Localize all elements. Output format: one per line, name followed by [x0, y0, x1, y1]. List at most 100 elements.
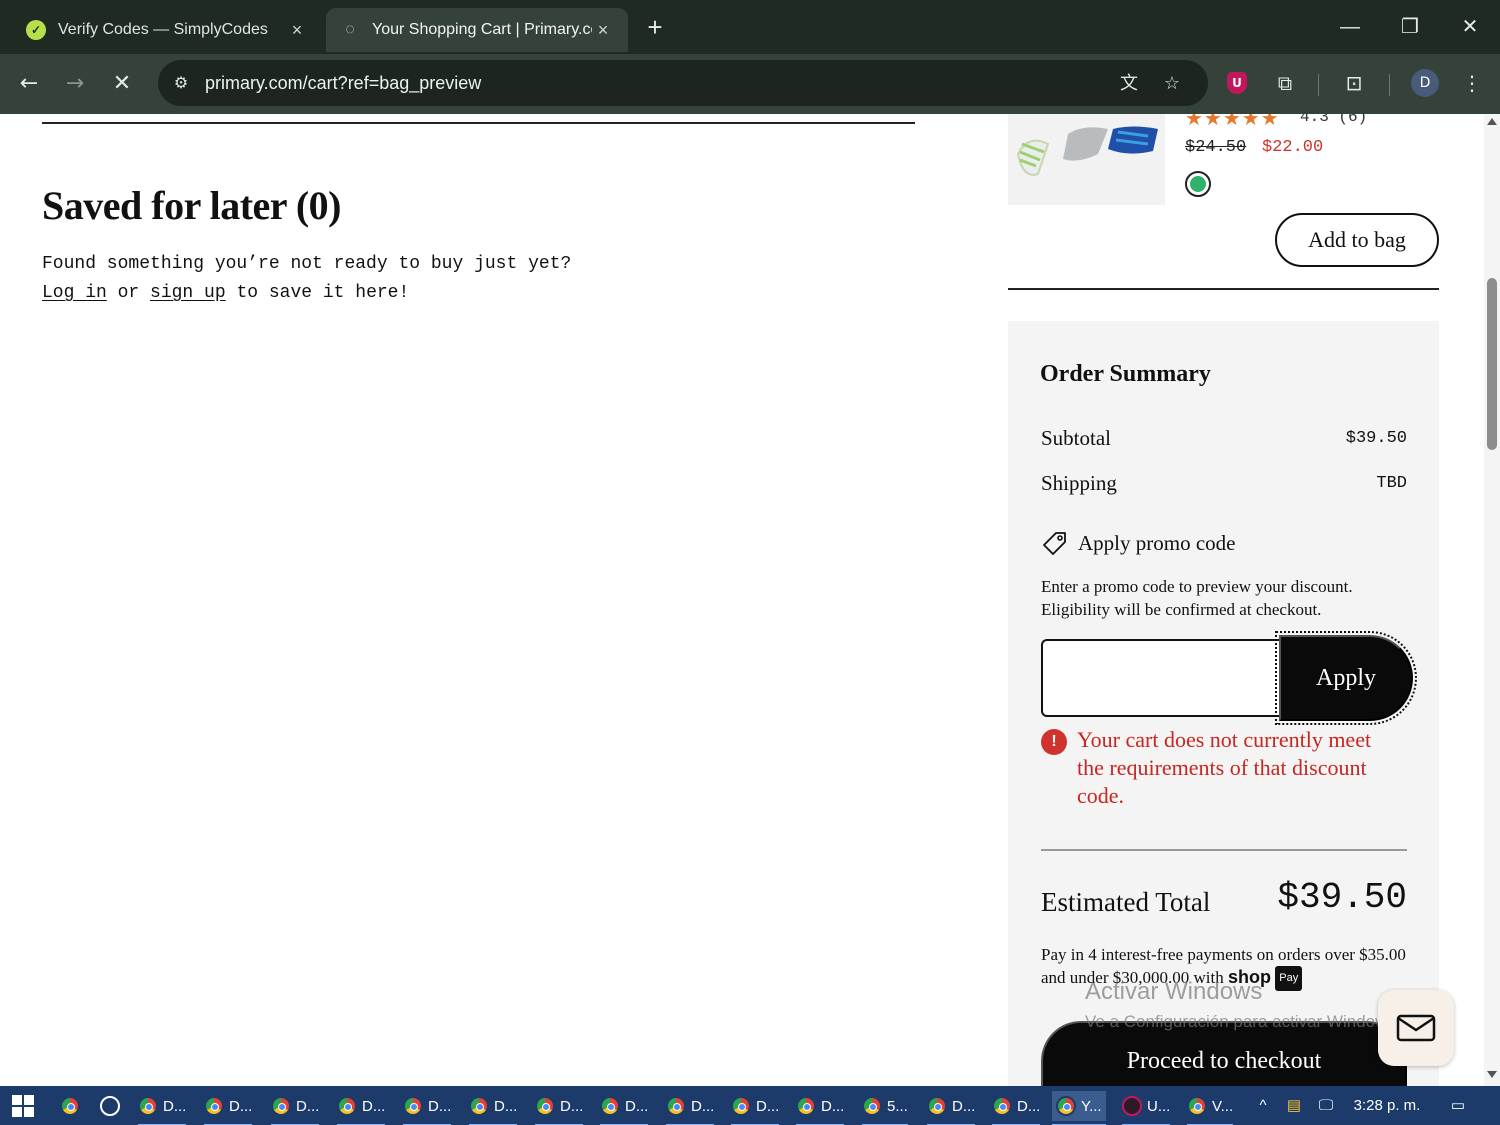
network-icon[interactable]: 🖵 — [1314, 1092, 1338, 1120]
chrome-icon — [862, 1096, 882, 1116]
promo-error-message: Your cart does not currently meet the re… — [1077, 727, 1372, 808]
product-thumbnail[interactable] — [1008, 114, 1165, 205]
chrome-icon — [535, 1096, 555, 1116]
url-text[interactable]: primary.com/cart?ref=bag_preview — [205, 73, 481, 94]
taskbar-app[interactable]: D... — [731, 1091, 780, 1125]
bookmark-star-icon[interactable]: ☆ — [1159, 71, 1185, 97]
saved-line-1: Found something you’re not ready to buy … — [42, 254, 572, 274]
apply-promo-toggle[interactable]: Apply promo code — [1040, 529, 1235, 557]
taskbar-whatsapp[interactable] — [100, 1091, 125, 1121]
apply-promo-button[interactable]: Apply — [1275, 631, 1417, 725]
loading-favicon-icon: ◌ — [345, 21, 355, 38]
taskbar-app-label: D... — [296, 1097, 320, 1115]
login-link[interactable]: Log in — [42, 283, 107, 303]
whatsapp-icon — [100, 1096, 120, 1116]
promo-code-input[interactable] — [1041, 639, 1281, 717]
windows-taskbar: D... D... D... D... D... D... D... D... … — [0, 1086, 1500, 1125]
page-scrollbar[interactable] — [1484, 114, 1500, 1086]
windows-start-icon[interactable] — [12, 1095, 34, 1117]
chrome-icon — [927, 1096, 947, 1116]
taskbar-app[interactable]: D... — [138, 1091, 187, 1125]
menu-kebab-icon[interactable]: ⋮ — [1456, 67, 1488, 99]
sale-price: $22.00 — [1262, 138, 1324, 157]
system-clock[interactable]: 3:28 p. m. — [1348, 1092, 1426, 1120]
taskbar-app[interactable]: V... — [1187, 1091, 1234, 1125]
taskbar-app-active[interactable]: Y... — [1052, 1091, 1106, 1125]
scroll-down-arrow-icon[interactable] — [1487, 1071, 1497, 1078]
tab-shopping-cart[interactable]: ◌ Your Shopping Cart | Primary.co × — [326, 8, 628, 52]
taskbar-app-label: D... — [494, 1097, 518, 1115]
taskbar-app-label: V... — [1212, 1097, 1234, 1115]
minimize-button[interactable]: — — [1328, 10, 1372, 44]
shipping-label: Shipping — [1041, 471, 1117, 495]
activate-windows-watermark: Activar Windows — [1085, 978, 1263, 1005]
signup-link[interactable]: sign up — [150, 283, 226, 303]
summary-divider — [1041, 849, 1407, 851]
chrome-icon — [138, 1096, 158, 1116]
error-icon: ! — [1041, 729, 1067, 755]
chrome-icon — [1187, 1096, 1207, 1116]
notes-tray-icon[interactable]: ▤ — [1284, 1092, 1304, 1120]
shop-pay-badge: Pay — [1275, 966, 1303, 991]
tray-chevron-icon[interactable]: ^ — [1253, 1092, 1273, 1120]
taskbar-app-label: D... — [691, 1097, 715, 1115]
email-signup-button[interactable] — [1378, 990, 1454, 1066]
tab-title: Your Shopping Cart | Primary.co — [372, 21, 592, 38]
tab-simplycodes[interactable]: ✓ Verify Codes — SimplyCodes × — [12, 8, 322, 52]
back-arrow-icon[interactable]: ← — [11, 66, 47, 102]
color-swatch[interactable] — [1185, 171, 1211, 197]
cart-page: Saved for later (0) Found something you’… — [0, 114, 1484, 1086]
toolbar-divider — [1318, 74, 1319, 96]
extensions-puzzle-icon[interactable]: ⧉ — [1269, 67, 1301, 99]
taskbar-app[interactable]: D... — [666, 1091, 715, 1125]
taskbar-app[interactable]: D... — [600, 1091, 649, 1125]
chrome-icon — [403, 1096, 423, 1116]
tab-search-icon[interactable]: ⊡ — [1338, 67, 1370, 99]
tab-close-icon[interactable]: × — [592, 20, 614, 41]
window-close-button[interactable]: ✕ — [1448, 10, 1492, 44]
taskbar-app[interactable]: D... — [469, 1091, 518, 1125]
original-price: $24.50 — [1185, 138, 1247, 157]
taskbar-app[interactable]: D... — [992, 1091, 1041, 1125]
add-to-bag-button[interactable]: Add to bag — [1275, 213, 1439, 267]
translate-icon[interactable]: 文 — [1116, 71, 1142, 97]
app-icon — [1122, 1096, 1142, 1116]
saved-for-later-title: Saved for later (0) — [42, 183, 341, 228]
restore-button[interactable]: ❐ — [1388, 10, 1432, 44]
taskbar-app[interactable]: D... — [927, 1091, 976, 1125]
estimated-total-value: $39.50 — [1277, 877, 1407, 918]
profile-avatar[interactable]: D — [1411, 69, 1439, 97]
chrome-icon — [271, 1096, 291, 1116]
stop-loading-icon[interactable]: ✕ — [104, 66, 140, 102]
taskbar-app-label: D... — [362, 1097, 386, 1115]
taskbar-app[interactable]: U... — [1122, 1091, 1171, 1125]
chrome-icon — [796, 1096, 816, 1116]
browser-toolbar: ← → ✕ ⚙ primary.com/cart?ref=bag_preview… — [0, 54, 1500, 114]
taskbar-app-label: D... — [229, 1097, 253, 1115]
ublock-extension-icon[interactable]: U — [1227, 72, 1247, 94]
subtotal-value: $39.50 — [1345, 429, 1407, 448]
new-tab-button[interactable]: + — [640, 12, 670, 42]
order-summary-title: Order Summary — [1040, 361, 1211, 387]
taskbar-app[interactable]: D... — [796, 1091, 845, 1125]
forward-arrow-icon[interactable]: → — [57, 66, 93, 102]
address-bar[interactable]: ⚙ primary.com/cart?ref=bag_preview 文 ☆ — [158, 60, 1208, 106]
envelope-icon — [1396, 1014, 1436, 1042]
taskbar-app[interactable]: 5... — [862, 1091, 908, 1125]
taskbar-app-label: U... — [1147, 1097, 1171, 1115]
scrollbar-thumb[interactable] — [1487, 278, 1497, 450]
taskbar-app[interactable]: D... — [271, 1091, 320, 1125]
saved-line-2: Log in or sign up to save it here! — [42, 279, 571, 308]
taskbar-chrome-pinned[interactable] — [60, 1091, 85, 1121]
section-divider — [42, 122, 915, 124]
site-info-icon[interactable]: ⚙ — [170, 72, 192, 94]
notifications-icon[interactable]: ▭ — [1444, 1092, 1472, 1120]
taskbar-app[interactable]: D... — [535, 1091, 584, 1125]
taskbar-app[interactable]: D... — [403, 1091, 452, 1125]
scroll-up-arrow-icon[interactable] — [1487, 118, 1497, 125]
taskbar-app[interactable]: D... — [337, 1091, 386, 1125]
taskbar-app-label: D... — [1017, 1097, 1041, 1115]
section-divider — [1008, 288, 1439, 290]
tab-close-icon[interactable]: × — [286, 20, 308, 41]
taskbar-app[interactable]: D... — [204, 1091, 253, 1125]
